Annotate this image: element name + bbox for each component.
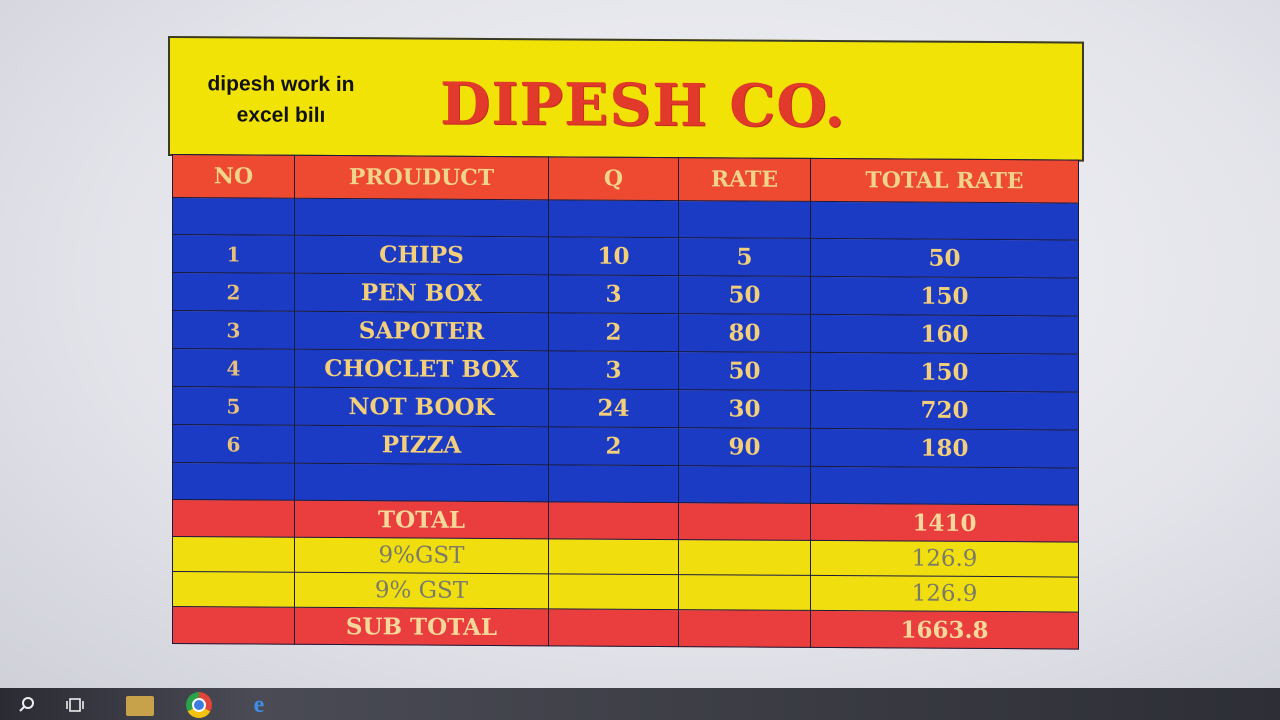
- bill-table: NO PROUDUCT Q RATE TOTAL RATE 1 CHIPS 10…: [172, 154, 1079, 650]
- header-row: NO PROUDUCT Q RATE TOTAL RATE: [172, 154, 1079, 204]
- summary-label[interactable]: SUB TOTAL: [294, 607, 549, 646]
- chrome-icon[interactable]: [186, 692, 212, 718]
- empty-cell[interactable]: [678, 502, 811, 541]
- cell-quantity[interactable]: 3: [548, 350, 679, 390]
- empty-cell[interactable]: [172, 606, 295, 645]
- summary-value[interactable]: 1410: [810, 503, 1079, 543]
- search-icon[interactable]: [16, 694, 38, 716]
- cell-rate[interactable]: 80: [678, 313, 811, 353]
- summary-value[interactable]: 126.9: [810, 540, 1079, 578]
- cell-total-rate[interactable]: 150: [810, 352, 1079, 393]
- table-row: 4 CHOCLET BOX 3 50 150: [172, 348, 1079, 393]
- summary-value[interactable]: 126.9: [810, 575, 1079, 613]
- task-view-icon[interactable]: [64, 694, 86, 716]
- header-cell-rate[interactable]: RATE: [678, 157, 811, 202]
- cell-rate[interactable]: 50: [678, 351, 811, 391]
- summary-value[interactable]: 1663.8: [810, 610, 1079, 650]
- table-row: [172, 462, 1079, 506]
- empty-cell[interactable]: [172, 462, 295, 501]
- empty-cell[interactable]: [810, 466, 1079, 506]
- cell-product[interactable]: NOT BOOK: [294, 387, 549, 427]
- gst-row: 9%GST 126.9: [172, 536, 1079, 578]
- empty-cell[interactable]: [172, 536, 295, 573]
- total-row: TOTAL 1410: [172, 499, 1079, 543]
- cell-quantity[interactable]: 10: [548, 236, 679, 276]
- cell-no[interactable]: 1: [172, 234, 295, 274]
- empty-cell[interactable]: [172, 499, 295, 538]
- empty-cell[interactable]: [548, 501, 679, 540]
- cell-no[interactable]: 5: [172, 386, 295, 426]
- empty-cell[interactable]: [678, 609, 811, 648]
- cell-quantity[interactable]: 3: [548, 274, 679, 314]
- cell-quantity[interactable]: 2: [548, 426, 679, 466]
- empty-cell[interactable]: [294, 463, 549, 502]
- empty-cell[interactable]: [548, 199, 679, 238]
- summary-label[interactable]: 9% GST: [294, 572, 549, 609]
- cell-no[interactable]: 6: [172, 424, 295, 464]
- table-row: 1 CHIPS 10 5 50: [172, 234, 1079, 279]
- empty-cell[interactable]: [678, 574, 811, 611]
- file-explorer-icon[interactable]: [126, 696, 154, 716]
- header-cell-quantity[interactable]: Q: [548, 156, 679, 201]
- company-name: DIPESH CO.: [440, 69, 846, 141]
- table-row: 3 SAPOTER 2 80 160: [172, 310, 1079, 355]
- cell-product[interactable]: SAPOTER: [294, 311, 549, 351]
- cell-quantity[interactable]: 2: [548, 312, 679, 352]
- summary-label[interactable]: 9%GST: [294, 537, 549, 574]
- empty-cell[interactable]: [294, 198, 549, 237]
- title-band: dipesh work in excel bilı DIPESH CO.: [168, 36, 1084, 162]
- empty-cell[interactable]: [172, 197, 295, 236]
- caption-line-1: dipesh work in: [207, 72, 355, 97]
- windows-taskbar: e: [0, 688, 1280, 720]
- cell-product[interactable]: CHOCLET BOX: [294, 349, 549, 389]
- caption-line-2: excel bilı: [236, 103, 326, 127]
- sheet-caption: dipesh work in excel bilı: [186, 68, 376, 131]
- summary-label[interactable]: TOTAL: [294, 500, 549, 539]
- table-row: [172, 197, 1079, 241]
- empty-cell[interactable]: [548, 608, 679, 647]
- cell-total-rate[interactable]: 160: [810, 314, 1079, 355]
- table-row: 6 PIZZA 2 90 180: [172, 424, 1079, 469]
- empty-cell[interactable]: [678, 539, 811, 576]
- cell-total-rate[interactable]: 150: [810, 276, 1079, 317]
- cell-product[interactable]: PIZZA: [294, 425, 549, 465]
- table-row: 2 PEN BOX 3 50 150: [172, 272, 1079, 317]
- gst-row: 9% GST 126.9: [172, 571, 1079, 613]
- cell-product[interactable]: CHIPS: [294, 235, 549, 275]
- excel-bill-sheet: dipesh work in excel bilı DIPESH CO. NO …: [168, 36, 1084, 650]
- header-cell-total-rate[interactable]: TOTAL RATE: [810, 158, 1079, 204]
- empty-cell[interactable]: [678, 200, 811, 239]
- cell-no[interactable]: 4: [172, 348, 295, 388]
- cell-rate[interactable]: 50: [678, 275, 811, 315]
- edge-icon[interactable]: e: [248, 692, 270, 718]
- empty-cell[interactable]: [548, 538, 679, 575]
- cell-no[interactable]: 2: [172, 272, 295, 312]
- cell-rate[interactable]: 30: [678, 389, 811, 429]
- cell-rate[interactable]: 5: [678, 237, 811, 277]
- empty-cell[interactable]: [810, 201, 1079, 241]
- table-row: 5 NOT BOOK 24 30 720: [172, 386, 1079, 431]
- cell-no[interactable]: 3: [172, 310, 295, 350]
- header-cell-product[interactable]: PROUDUCT: [294, 155, 549, 200]
- cell-total-rate[interactable]: 50: [810, 238, 1079, 279]
- empty-cell[interactable]: [548, 573, 679, 610]
- cell-total-rate[interactable]: 720: [810, 390, 1079, 431]
- cell-total-rate[interactable]: 180: [810, 428, 1079, 469]
- header-cell-no[interactable]: NO: [172, 154, 295, 199]
- empty-cell[interactable]: [548, 464, 679, 503]
- cell-quantity[interactable]: 24: [548, 388, 679, 428]
- empty-cell[interactable]: [678, 465, 811, 504]
- cell-product[interactable]: PEN BOX: [294, 273, 549, 313]
- cell-rate[interactable]: 90: [678, 427, 811, 467]
- sub-total-row: SUB TOTAL 1663.8: [172, 606, 1079, 650]
- empty-cell[interactable]: [172, 571, 295, 608]
